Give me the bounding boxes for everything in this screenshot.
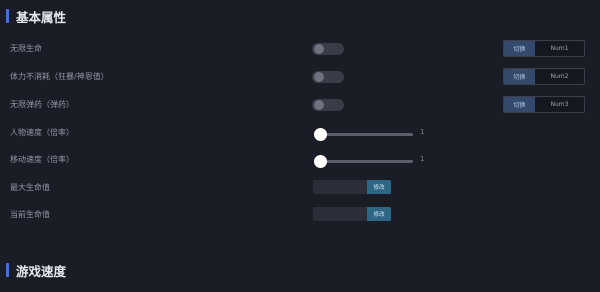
toggle-knob: [314, 72, 324, 82]
toggle-knob: [314, 100, 324, 110]
slider-thumb[interactable]: [314, 128, 327, 141]
current-health-input[interactable]: 修改: [313, 207, 391, 221]
row-move-speed: 移动速度（倍率） 1: [0, 151, 600, 171]
current-health-apply-button[interactable]: 修改: [367, 207, 391, 221]
slider-value: 1: [420, 128, 425, 136]
row-infinite-life: 无限生命 切换 Num1: [0, 40, 600, 60]
row-infinite-ammo: 无限弹药（弹药） 切换 Num3: [0, 96, 600, 116]
row-label: 无限弹药（弹药）: [10, 100, 74, 109]
hotkey-action[interactable]: 切换: [504, 97, 535, 112]
infinite-ammo-hotkey[interactable]: 切换 Num3: [503, 96, 585, 113]
section-header-game-speed: 游戏速度: [6, 262, 67, 279]
hotkey-key[interactable]: Num3: [535, 97, 584, 112]
section-title: 基本属性: [16, 9, 67, 25]
row-label: 体力不消耗（狂暴/神恩值）: [10, 72, 109, 81]
section-title: 游戏速度: [16, 263, 67, 279]
hotkey-key[interactable]: Num1: [535, 41, 584, 56]
row-label: 无限生命: [10, 44, 42, 53]
hotkey-action[interactable]: 切换: [504, 41, 535, 56]
no-stamina-cost-hotkey[interactable]: 切换 Num2: [503, 68, 585, 85]
row-label: 人物速度（倍率）: [10, 128, 74, 137]
max-health-input[interactable]: 修改: [313, 180, 391, 194]
move-speed-slider[interactable]: [314, 155, 413, 168]
row-max-health: 最大生命值 修改: [0, 179, 600, 199]
section-accent-bar: [6, 263, 9, 277]
section-accent-bar: [6, 9, 9, 23]
row-label: 当前生命值: [10, 210, 50, 219]
row-label: 最大生命值: [10, 183, 50, 192]
row-label: 移动速度（倍率）: [10, 155, 74, 164]
max-health-apply-button[interactable]: 修改: [367, 180, 391, 194]
section-header-basic-attributes: 基本属性: [6, 8, 67, 25]
row-current-health: 当前生命值 修改: [0, 206, 600, 226]
hotkey-key[interactable]: Num2: [535, 69, 584, 84]
slider-value: 1: [420, 155, 425, 163]
row-no-stamina-cost: 体力不消耗（狂暴/神恩值） 切换 Num2: [0, 68, 600, 88]
character-speed-slider[interactable]: [314, 128, 413, 141]
infinite-life-hotkey[interactable]: 切换 Num1: [503, 40, 585, 57]
toggle-knob: [314, 44, 324, 54]
no-stamina-cost-toggle[interactable]: [312, 71, 344, 83]
row-character-speed: 人物速度（倍率） 1: [0, 124, 600, 144]
slider-thumb[interactable]: [314, 155, 327, 168]
hotkey-action[interactable]: 切换: [504, 69, 535, 84]
infinite-ammo-toggle[interactable]: [312, 99, 344, 111]
infinite-life-toggle[interactable]: [312, 43, 344, 55]
